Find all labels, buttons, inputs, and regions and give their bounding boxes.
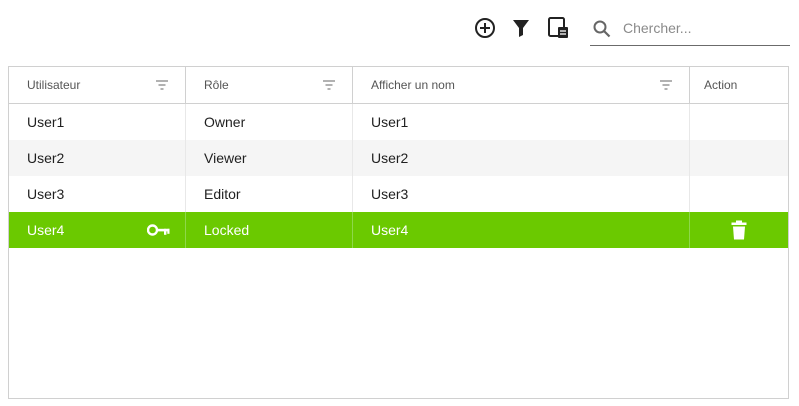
column-chooser-button[interactable] [545, 14, 571, 42]
cell-action [690, 104, 788, 140]
cell-action [690, 212, 788, 248]
header-label: Afficher un nom [371, 78, 455, 92]
search-box[interactable] [590, 12, 790, 46]
header-utilisateur[interactable]: Utilisateur [9, 67, 186, 103]
cell-user: User2 [9, 140, 186, 176]
cell-role: Owner [186, 104, 353, 140]
search-icon [593, 20, 611, 38]
cell-role: Viewer [186, 140, 353, 176]
table-row[interactable]: User3 Editor User3 [9, 176, 788, 212]
cell-user-label: User4 [27, 222, 65, 238]
table-row-selected[interactable]: User4 Locked User4 [9, 212, 788, 248]
cell-role: Locked [186, 212, 353, 248]
toolbar [0, 0, 799, 60]
header-afficher-un-nom[interactable]: Afficher un nom [353, 67, 690, 103]
cell-user: User4 [9, 212, 186, 248]
trash-icon[interactable] [731, 220, 747, 240]
column-filter-icon[interactable] [155, 79, 169, 91]
filter-icon [513, 20, 529, 37]
cell-user: User3 [9, 176, 186, 212]
table-row[interactable]: User2 Viewer User2 [9, 140, 788, 176]
cell-role: Editor [186, 176, 353, 212]
header-action: Action [690, 67, 788, 103]
cell-user: User1 [9, 104, 186, 140]
table-row[interactable]: User1 Owner User1 [9, 104, 788, 140]
cell-display-name: User1 [353, 104, 690, 140]
column-filter-icon[interactable] [659, 79, 673, 91]
key-icon [147, 224, 170, 236]
filter-button[interactable] [508, 14, 534, 42]
header-label: Rôle [204, 78, 229, 92]
cell-action [690, 176, 788, 212]
header-role[interactable]: Rôle [186, 67, 353, 103]
column-chooser-icon [548, 17, 568, 38]
header-label: Utilisateur [27, 78, 81, 92]
cell-display-name: User4 [353, 212, 690, 248]
users-grid: Utilisateur Rôle Afficher un nom Action … [8, 66, 789, 399]
search-input[interactable] [623, 17, 783, 39]
grid-header: Utilisateur Rôle Afficher un nom Action [9, 67, 788, 104]
header-label: Action [704, 78, 738, 92]
cell-display-name: User2 [353, 140, 690, 176]
cell-action [690, 140, 788, 176]
add-button[interactable] [472, 14, 498, 42]
cell-display-name: User3 [353, 176, 690, 212]
column-filter-icon[interactable] [322, 79, 336, 91]
add-circle-icon [475, 18, 495, 38]
